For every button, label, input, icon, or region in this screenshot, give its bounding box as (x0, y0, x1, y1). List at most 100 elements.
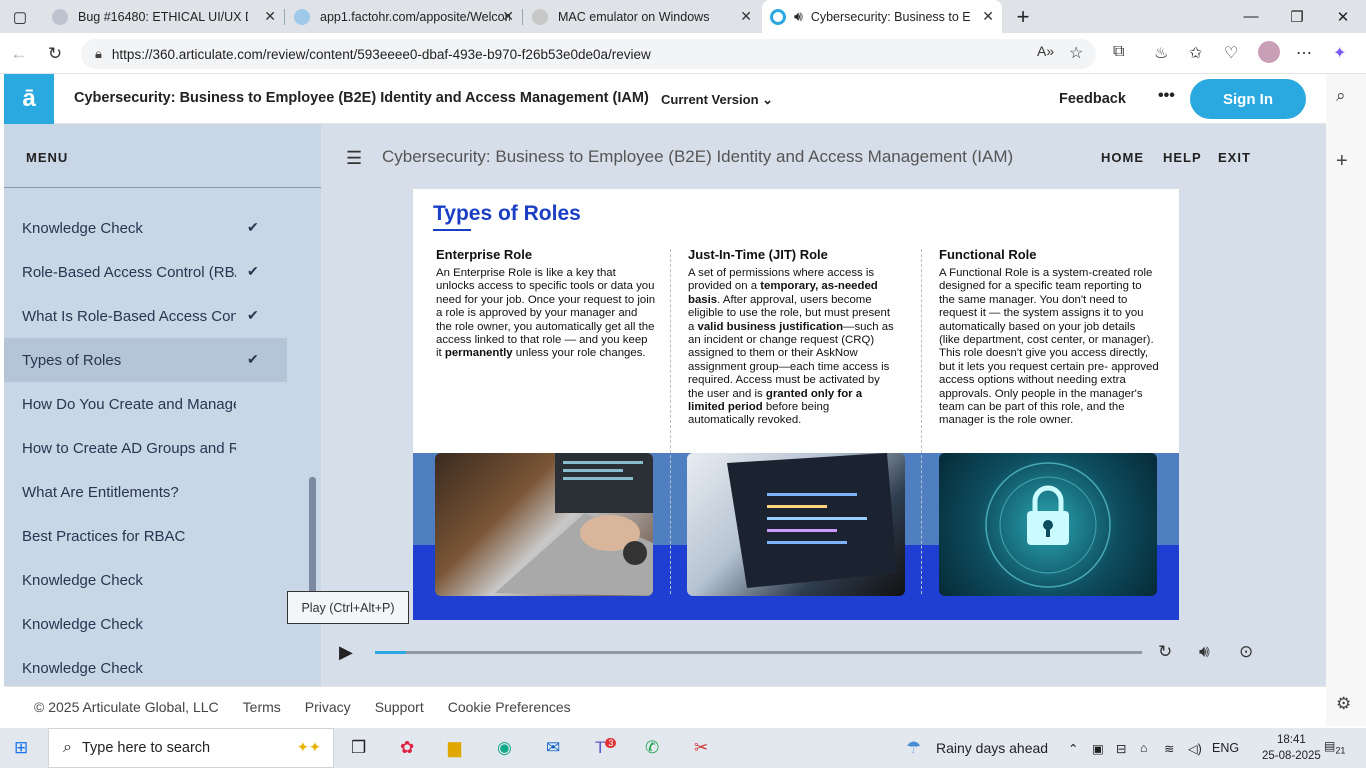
weather-text[interactable]: Rainy days ahead (936, 740, 1048, 756)
new-tab-button[interactable]: + (1000, 0, 1046, 33)
replay-icon[interactable]: ↻ (1158, 642, 1172, 662)
copilot-icon[interactable]: ✦ (1333, 43, 1346, 63)
browser-tab-3[interactable]: MAC emulator on Windows ✕ (524, 0, 760, 33)
playback-settings-icon[interactable]: ⊙ (1239, 642, 1253, 662)
close-tab-icon[interactable]: ✕ (982, 8, 994, 25)
windows-start-icon[interactable]: ⊞ (14, 738, 28, 758)
close-tab-icon[interactable]: ✕ (264, 8, 276, 25)
exit-button[interactable]: EXIT (1218, 150, 1251, 165)
search-icon[interactable]: ⌕ (1336, 86, 1346, 106)
settings-more-icon[interactable]: ⋯ (1296, 43, 1312, 63)
file-explorer-icon[interactable]: ▆ (448, 738, 461, 758)
browser-tab-4[interactable]: 🔊︎ Cybersecurity: Business to Employee ✕ (762, 0, 1002, 33)
menu-item-knowledge-check-3[interactable]: Knowledge Check (4, 602, 287, 646)
course-menu: MENU Knowledge Check ✔ Role-Based Access… (4, 124, 321, 686)
whatsapp-icon[interactable]: ✆ (645, 738, 659, 758)
cyber-lock-image (939, 453, 1157, 596)
articulate-logo[interactable]: ā (4, 74, 54, 124)
teams-icon[interactable]: T3 (595, 738, 617, 758)
feedback-button[interactable]: Feedback (1059, 91, 1126, 107)
heading-underline (433, 229, 471, 231)
edge-browser-icon[interactable]: ◉ (497, 738, 512, 758)
menu-item-label: Best Practices for RBAC (22, 527, 186, 545)
browser-tab-1[interactable]: Bug #16480: ETHICAL UI/UX DESIGN ✕ (44, 0, 284, 33)
url-field[interactable]: 🔒︎ https://360.articulate.com/review/con… (81, 39, 1096, 69)
terms-link[interactable]: Terms (243, 699, 281, 715)
menu-item-best-practices[interactable]: Best Practices for RBAC (4, 514, 287, 558)
close-tab-icon[interactable]: ✕ (740, 8, 752, 25)
language-indicator[interactable]: ENG (1212, 741, 1239, 755)
menu-item-knowledge-check-2[interactable]: Knowledge Check (4, 558, 287, 602)
play-button[interactable]: ▶ (339, 642, 353, 663)
notification-center-icon[interactable]: ▤21 (1324, 739, 1345, 755)
outlook-icon[interactable]: ✉ (546, 738, 560, 758)
display-icon[interactable]: ⊟ (1116, 741, 1126, 756)
favorites-icon[interactable]: ✩ (1189, 43, 1202, 63)
privacy-link[interactable]: Privacy (305, 699, 351, 715)
menu-item-create-manage-roles[interactable]: How Do You Create and Manage Roles? (4, 382, 287, 426)
page-footer: © 2025 Articulate Global, LLC Terms Priv… (4, 686, 1326, 726)
stage-title: Cybersecurity: Business to Employee (B2E… (382, 147, 1014, 166)
text-bold: valid business justification (697, 320, 844, 333)
menu-item-label: How to Create AD Groups and Roles (22, 439, 236, 457)
performance-icon[interactable]: ♡ (1224, 43, 1238, 63)
snipping-tool-icon[interactable]: ✂ (694, 738, 708, 758)
menu-item-types-of-roles[interactable]: Types of Roles ✔ (4, 338, 287, 382)
menu-item-entitlements[interactable]: What Are Entitlements? (4, 470, 287, 514)
minimize-icon[interactable]: — (1228, 0, 1274, 33)
seek-bar[interactable] (375, 651, 1142, 654)
weather-icon[interactable]: ☂ (906, 738, 921, 758)
sign-in-button[interactable]: Sign In (1190, 79, 1306, 119)
favorite-star-icon[interactable]: ☆ (1069, 43, 1083, 63)
help-button[interactable]: HELP (1163, 150, 1202, 165)
menu-item-knowledge-check-1[interactable]: Knowledge Check ✔ (4, 206, 287, 250)
extensions-icon[interactable]: ⧉ (1113, 43, 1124, 61)
column-title: Enterprise Role (436, 247, 533, 262)
laptop-code-art (727, 453, 897, 588)
cookie-preferences-link[interactable]: Cookie Preferences (448, 699, 571, 715)
tab-actions-icon[interactable]: ▢ (0, 0, 40, 33)
site-info-icon[interactable]: 🔒︎ (95, 46, 102, 62)
play-tooltip: Play (Ctrl+Alt+P) (287, 591, 409, 624)
close-window-icon[interactable]: ✕ (1320, 0, 1366, 33)
more-options-button[interactable]: ••• (1158, 87, 1175, 105)
volume-icon[interactable]: 🔊︎ (1199, 642, 1210, 662)
cyber-lock-art (985, 462, 1111, 588)
show-hidden-icons[interactable]: ⌃ (1068, 741, 1078, 756)
edge-sidebar: ⌕ + ⚙ (1326, 74, 1366, 726)
profile-avatar[interactable] (1258, 41, 1280, 63)
read-aloud-icon[interactable]: A» (1037, 43, 1054, 59)
menu-item-rbac[interactable]: Role-Based Access Control (RBAC) ✔ (4, 250, 287, 294)
menu-list: Knowledge Check ✔ Role-Based Access Cont… (4, 206, 304, 686)
taskbar-search-box[interactable]: ⌕ Type here to search ✦✦ (48, 728, 334, 768)
gear-icon[interactable]: ⚙ (1336, 694, 1351, 714)
tab-title: app1.factohr.com/apposite/Welcome (320, 9, 510, 24)
maximize-icon[interactable]: ❐ (1274, 0, 1320, 33)
tab-favicon-icon (294, 8, 310, 25)
home-button[interactable]: HOME (1101, 150, 1144, 165)
menu-scrollbar[interactable] (309, 477, 316, 597)
laptop-typing-art (495, 453, 653, 596)
speaker-icon[interactable]: 🔊︎ (794, 8, 803, 25)
menu-item-knowledge-check-4[interactable]: Knowledge Check (4, 646, 287, 686)
back-icon[interactable]: ← (6, 41, 32, 67)
menu-item-what-is-rbac[interactable]: What Is Role-Based Access Control? ✔ (4, 294, 287, 338)
menu-toggle-icon[interactable]: ☰ (346, 148, 362, 169)
support-link[interactable]: Support (375, 699, 424, 715)
close-tab-icon[interactable]: ✕ (502, 8, 514, 25)
refresh-icon[interactable]: ↻ (42, 41, 68, 67)
version-dropdown[interactable]: Current Version ⌄ (661, 92, 773, 108)
wifi-icon[interactable]: ≋ (1164, 741, 1174, 756)
browser-essentials-icon[interactable]: ♨ (1154, 43, 1168, 63)
add-sidebar-app-icon[interactable]: + (1336, 150, 1348, 173)
url-text[interactable]: https://360.articulate.com/review/conten… (112, 47, 651, 62)
clock[interactable]: 18:41 25-08-2025 (1262, 732, 1321, 764)
copilot-app-icon[interactable]: ✿ (400, 738, 414, 758)
browser-tab-2[interactable]: app1.factohr.com/apposite/Welcome ✕ (286, 0, 522, 33)
network-icon[interactable]: ⌂ (1140, 741, 1148, 755)
meet-icon[interactable]: ▣ (1092, 741, 1104, 756)
menu-item-create-ad-groups[interactable]: How to Create AD Groups and Roles (4, 426, 287, 470)
task-view-icon[interactable]: ❒ (351, 738, 366, 758)
course-title: Cybersecurity: Business to Employee (B2E… (74, 90, 649, 106)
volume-icon[interactable]: ◁) (1188, 741, 1202, 756)
